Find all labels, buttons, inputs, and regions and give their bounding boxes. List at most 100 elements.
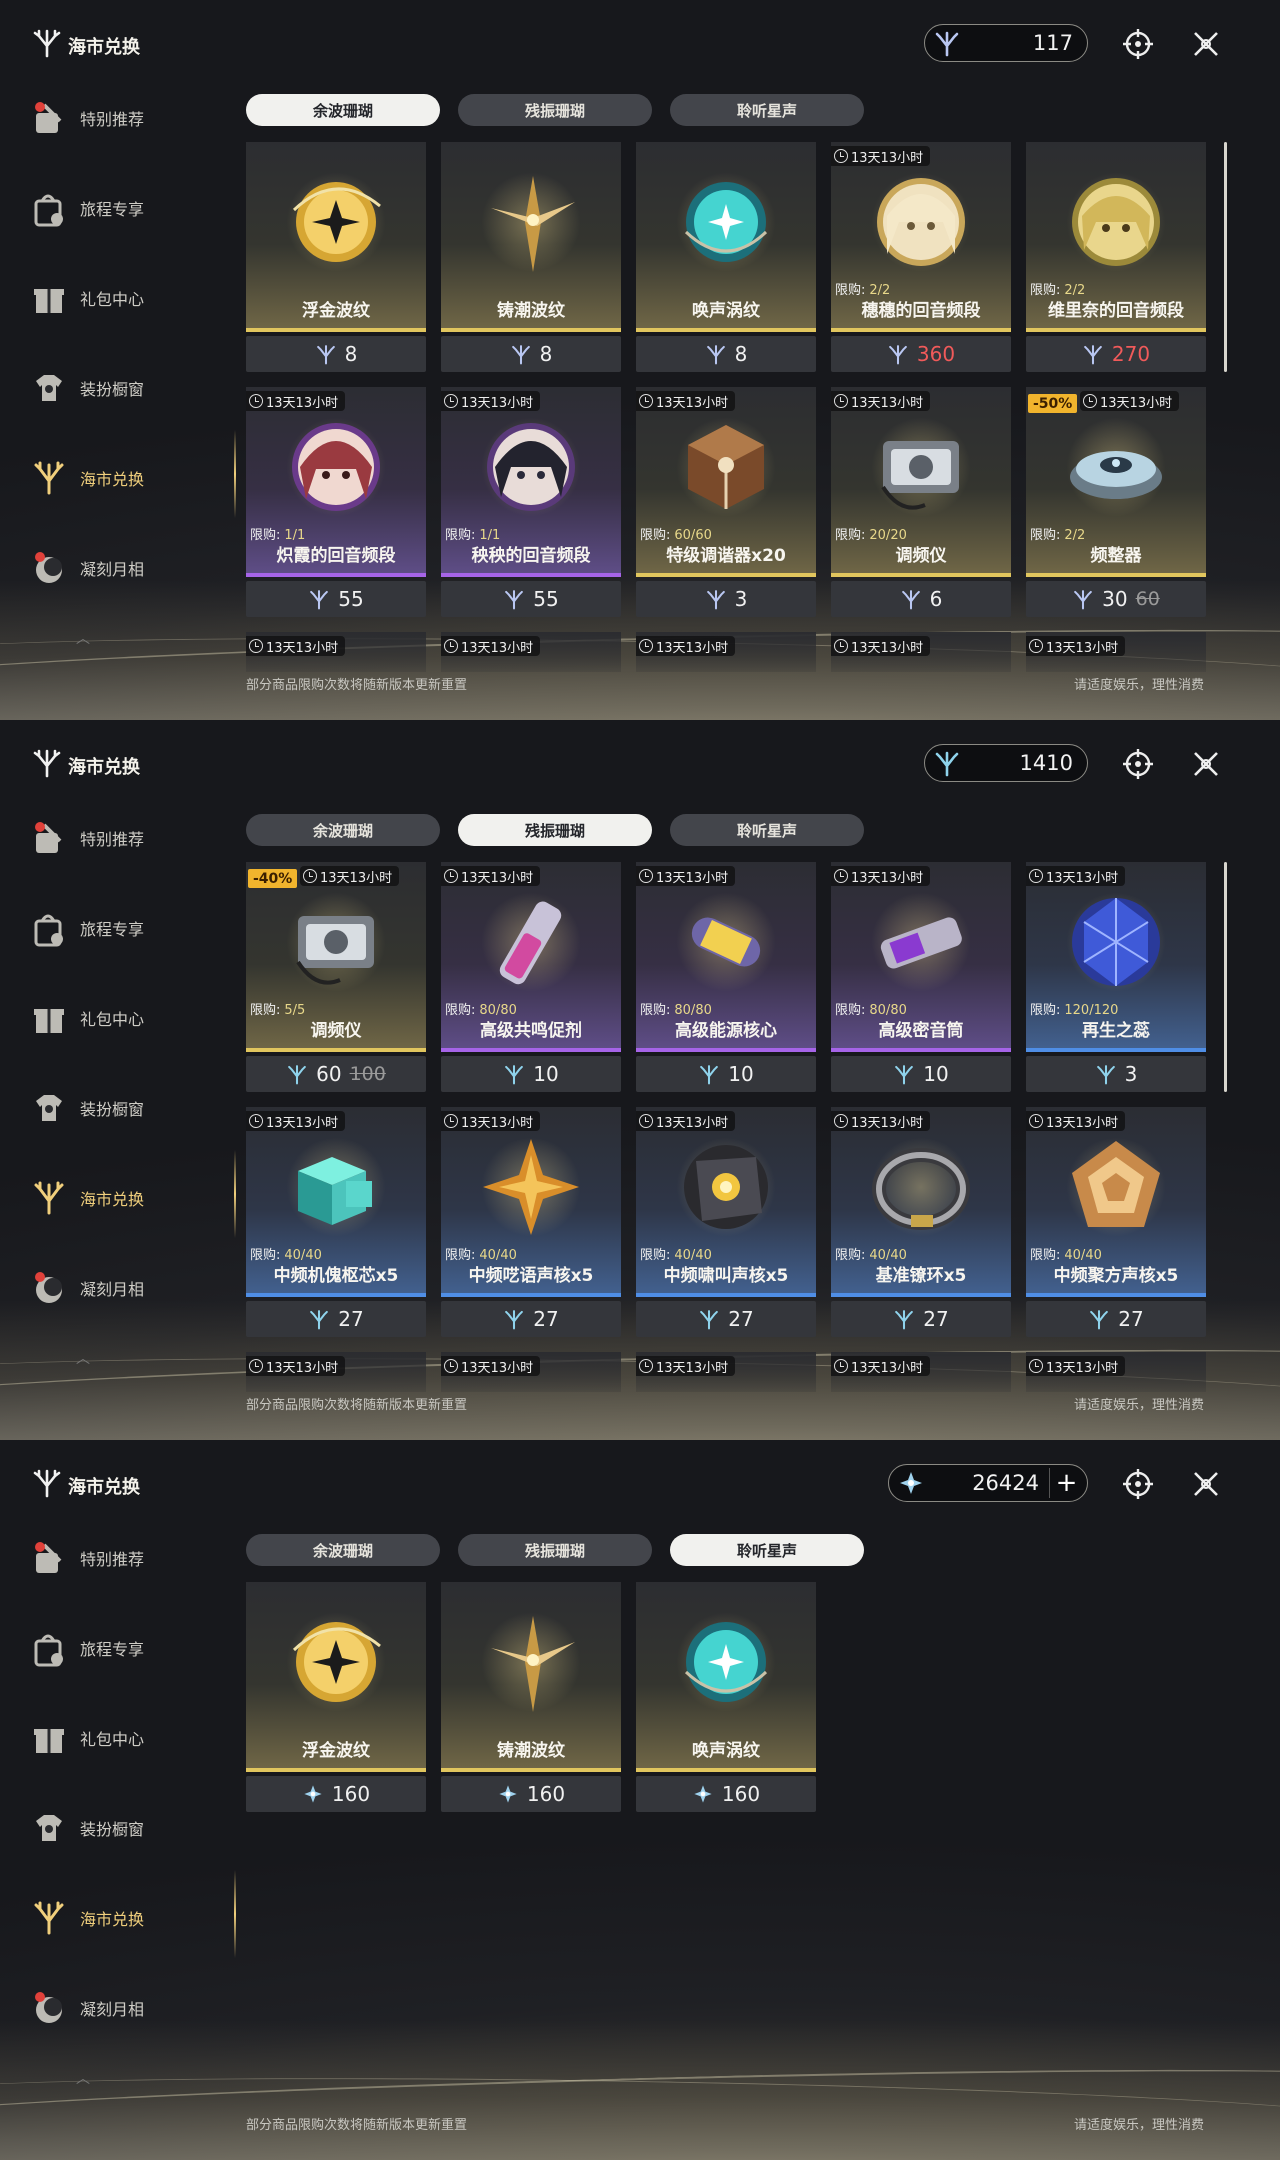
item-tile[interactable]: 13天13小时 限购: 20/20 调频仪 — [831, 387, 1011, 577]
item-tile[interactable]: 13天13小时 限购: 2/2 穗穗的回音频段 — [831, 142, 1011, 332]
price-button[interactable]: 27 — [1026, 1301, 1206, 1337]
item-tile[interactable]: 13天13小时 限购: 40/40 中频聚方声核x5 — [1026, 1107, 1206, 1297]
price-button[interactable]: 10 — [831, 1056, 1011, 1092]
tab-2[interactable]: 残振珊瑚 — [458, 94, 652, 126]
shop-item-card[interactable]: 唤声涡纹 8 — [636, 142, 816, 372]
shop-item-card[interactable]: 13天13小时 限购: 40/40 中频啸叫声核x5 27 — [636, 1107, 816, 1337]
shop-item-card[interactable]: 13天13小时 限购: 60/60 特级调谐器x20 3 — [636, 387, 816, 617]
sidebar-item-2[interactable]: 旅程专享 — [28, 1618, 218, 1678]
price-button[interactable]: 8 — [636, 336, 816, 372]
shop-item-card[interactable]: 铸潮波纹 8 — [441, 142, 621, 372]
shop-item-card[interactable]: 13天13小时 限购: 80/80 高级能源核心 10 — [636, 862, 816, 1092]
price-button[interactable]: 160 — [441, 1776, 621, 1812]
price-button[interactable]: 60 100 — [246, 1056, 426, 1092]
currency-balance[interactable]: 26424 + — [888, 1464, 1088, 1502]
target-button[interactable] — [1116, 22, 1160, 66]
shop-item-card[interactable]: 浮金波纹 160 — [246, 1582, 426, 1812]
next-row-card[interactable]: 13天13小时 — [1026, 1352, 1206, 1392]
sidebar-item-4[interactable]: 装扮橱窗 — [28, 1798, 218, 1858]
shop-item-card[interactable]: 13天13小时 限购: 40/40 中频机傀枢芯x5 27 — [246, 1107, 426, 1337]
sidebar-item-4[interactable]: 装扮橱窗 — [28, 1078, 218, 1138]
shop-item-card[interactable]: 浮金波纹 8 — [246, 142, 426, 372]
item-tile[interactable]: 13天13小时 限购: 40/40 中频啸叫声核x5 — [636, 1107, 816, 1297]
next-row-card[interactable]: 13天13小时 — [831, 1352, 1011, 1392]
item-tile[interactable]: 唤声涡纹 — [636, 1582, 816, 1772]
sidebar-item-2[interactable]: 旅程专享 — [28, 178, 218, 238]
next-row-card[interactable]: 13天13小时 — [831, 632, 1011, 672]
tab-3[interactable]: 聆听星声 — [670, 814, 864, 846]
price-button[interactable]: 10 — [441, 1056, 621, 1092]
tab-3[interactable]: 聆听星声 — [670, 94, 864, 126]
shop-item-card[interactable]: 13天13小时 限购: 40/40 基准镣环x5 27 — [831, 1107, 1011, 1337]
sidebar-item-1[interactable]: 特别推荐 — [28, 88, 218, 148]
tab-1[interactable]: 余波珊瑚 — [246, 94, 440, 126]
price-button[interactable]: 160 — [636, 1776, 816, 1812]
item-tile[interactable]: -50% 13天13小时 限购: 2/2 频整器 — [1026, 387, 1206, 577]
price-button[interactable]: 55 — [441, 581, 621, 617]
sidebar-item-4[interactable]: 装扮橱窗 — [28, 358, 218, 418]
next-row-card[interactable]: 13天13小时 — [636, 1352, 816, 1392]
shop-item-card[interactable]: 13天13小时 限购: 40/40 中频聚方声核x5 27 — [1026, 1107, 1206, 1337]
sidebar-item-2[interactable]: 旅程专享 — [28, 898, 218, 958]
shop-item-card[interactable]: 唤声涡纹 160 — [636, 1582, 816, 1812]
shop-item-card[interactable]: -50% 13天13小时 限购: 2/2 频整器 30 60 — [1026, 387, 1206, 617]
sidebar-item-3[interactable]: 礼包中心 — [28, 268, 218, 328]
price-button[interactable]: 27 — [636, 1301, 816, 1337]
item-tile[interactable]: 13天13小时 限购: 1/1 秧秧的回音频段 — [441, 387, 621, 577]
price-button[interactable]: 27 — [246, 1301, 426, 1337]
price-button[interactable]: 160 — [246, 1776, 426, 1812]
item-tile[interactable]: 浮金波纹 — [246, 142, 426, 332]
shop-item-card[interactable]: 铸潮波纹 160 — [441, 1582, 621, 1812]
item-tile[interactable]: 13天13小时 限购: 120/120 再生之蕊 — [1026, 862, 1206, 1052]
tab-2[interactable]: 残振珊瑚 — [458, 814, 652, 846]
item-tile[interactable]: 唤声涡纹 — [636, 142, 816, 332]
close-button[interactable] — [1184, 742, 1228, 786]
item-tile[interactable]: 13天13小时 限购: 60/60 特级调谐器x20 — [636, 387, 816, 577]
close-button[interactable] — [1184, 22, 1228, 66]
sidebar-item-5[interactable]: 海市兑换 — [28, 1168, 218, 1228]
sidebar-item-6[interactable]: 凝刻月相 — [28, 1978, 218, 2038]
sidebar-item-5[interactable]: 海市兑换 — [28, 1888, 218, 1948]
chevron-up-icon[interactable]: ︿ — [76, 2068, 90, 2088]
item-tile[interactable]: -40% 13天13小时 限购: 5/5 调频仪 — [246, 862, 426, 1052]
price-button[interactable]: 3 — [1026, 1056, 1206, 1092]
next-row-card[interactable]: 13天13小时 — [636, 632, 816, 672]
next-row-card[interactable]: 13天13小时 — [246, 1352, 426, 1392]
item-tile[interactable]: 13天13小时 限购: 80/80 高级密音筒 — [831, 862, 1011, 1052]
shop-item-card[interactable]: -40% 13天13小时 限购: 5/5 调频仪 60 100 — [246, 862, 426, 1092]
next-row-card[interactable]: 13天13小时 — [441, 632, 621, 672]
sidebar-item-6[interactable]: 凝刻月相 — [28, 1258, 218, 1318]
close-button[interactable] — [1184, 1462, 1228, 1506]
price-button[interactable]: 55 — [246, 581, 426, 617]
shop-item-card[interactable]: 13天13小时 限购: 1/1 秧秧的回音频段 55 — [441, 387, 621, 617]
add-currency-button[interactable]: + — [1049, 1468, 1083, 1498]
tab-1[interactable]: 余波珊瑚 — [246, 814, 440, 846]
shop-item-card[interactable]: 13天13小时 限购: 2/2 穗穗的回音频段 360 — [831, 142, 1011, 372]
next-row-card[interactable]: 13天13小时 — [441, 1352, 621, 1392]
tab-3[interactable]: 聆听星声 — [670, 1534, 864, 1566]
shop-item-card[interactable]: 限购: 2/2 维里奈的回音频段 270 — [1026, 142, 1206, 372]
sidebar-item-5[interactable]: 海市兑换 — [28, 448, 218, 508]
sidebar-item-1[interactable]: 特别推荐 — [28, 1528, 218, 1588]
price-button[interactable]: 10 — [636, 1056, 816, 1092]
shop-item-card[interactable]: 13天13小时 限购: 120/120 再生之蕊 3 — [1026, 862, 1206, 1092]
shop-item-card[interactable]: 13天13小时 限购: 20/20 调频仪 6 — [831, 387, 1011, 617]
sidebar-item-3[interactable]: 礼包中心 — [28, 1708, 218, 1768]
item-tile[interactable]: 铸潮波纹 — [441, 142, 621, 332]
price-button[interactable]: 8 — [441, 336, 621, 372]
shop-item-card[interactable]: 13天13小时 限购: 80/80 高级密音筒 10 — [831, 862, 1011, 1092]
price-button[interactable]: 30 60 — [1026, 581, 1206, 617]
price-button[interactable]: 270 — [1026, 336, 1206, 372]
shop-item-card[interactable]: 13天13小时 限购: 80/80 高级共鸣促剂 10 — [441, 862, 621, 1092]
target-button[interactable] — [1116, 742, 1160, 786]
shop-item-card[interactable]: 13天13小时 限购: 1/1 炽霞的回音频段 55 — [246, 387, 426, 617]
chevron-up-icon[interactable]: ︿ — [76, 628, 90, 648]
sidebar-item-3[interactable]: 礼包中心 — [28, 988, 218, 1048]
next-row-card[interactable]: 13天13小时 — [246, 632, 426, 672]
sidebar-item-6[interactable]: 凝刻月相 — [28, 538, 218, 598]
price-button[interactable]: 360 — [831, 336, 1011, 372]
item-tile[interactable]: 13天13小时 限购: 80/80 高级能源核心 — [636, 862, 816, 1052]
item-tile[interactable]: 铸潮波纹 — [441, 1582, 621, 1772]
tab-2[interactable]: 残振珊瑚 — [458, 1534, 652, 1566]
item-tile[interactable]: 13天13小时 限购: 1/1 炽霞的回音频段 — [246, 387, 426, 577]
